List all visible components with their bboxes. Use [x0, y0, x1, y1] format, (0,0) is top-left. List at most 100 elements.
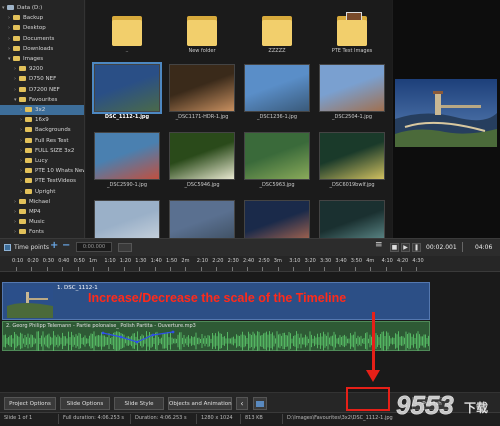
- tree-item[interactable]: › Michael: [0, 197, 84, 207]
- folder-icon: [25, 178, 32, 184]
- tree-item[interactable]: › Desktop: [0, 23, 84, 33]
- folder-thumbnail[interactable]: New folder: [168, 12, 236, 56]
- watermark-logo-graphic: 9553 下载: [396, 390, 488, 421]
- tree-item-label: Favourites: [29, 96, 58, 103]
- tree-item-label: MP4: [29, 209, 41, 215]
- slide-options-button[interactable]: Slide Options: [60, 397, 110, 410]
- menu-icon[interactable]: ≡: [375, 240, 383, 251]
- file-thumbnail-grid[interactable]: .. New folder ZZZZZ PTE Test Images DSC_1112…: [86, 0, 392, 238]
- tree-item[interactable]: › Upright: [0, 187, 84, 197]
- folder-icon: [19, 66, 26, 72]
- add-time-point-button[interactable]: +: [50, 240, 58, 251]
- time-points-toggle[interactable]: Time points: [4, 242, 49, 253]
- tree-item[interactable]: ▾ Favourites: [0, 95, 84, 105]
- tree-item-label: Fonts: [29, 229, 44, 236]
- previous-button[interactable]: ‹: [236, 397, 248, 410]
- image-filename: _DSC2590-1.jpg: [106, 182, 148, 188]
- image-preview: [319, 200, 385, 238]
- image-thumbnail[interactable]: DSC_1112-1.jpg: [92, 62, 162, 122]
- tree-item[interactable]: › PTE TestVideos: [0, 176, 84, 186]
- ruler-tick-label: 3:20: [304, 258, 316, 264]
- image-thumbnail[interactable]: _DSC2590-1.jpg: [93, 132, 161, 190]
- tree-item[interactable]: › Music: [0, 217, 84, 227]
- slideshow-preview-button[interactable]: [253, 397, 267, 410]
- total-time: 04:06: [475, 244, 493, 251]
- ruler-tick: [231, 267, 233, 271]
- status-separator: [58, 414, 59, 424]
- timeline-toolbar: Time points + − 0:00.000 ≡ ■ ▶ ❚ 00:02.0…: [0, 238, 500, 256]
- image-preview: [244, 200, 310, 238]
- folder-thumbnail[interactable]: PTE Test Images: [318, 12, 386, 56]
- tree-item[interactable]: › MP4: [0, 207, 84, 217]
- tree-item-label: Full Res Test: [35, 137, 69, 144]
- ruler-tick-label: 2:20: [212, 258, 224, 264]
- image-thumbnail[interactable]: _DSC5963.jpg: [243, 132, 311, 190]
- tree-item-label: Data (D:): [17, 5, 43, 11]
- image-thumbnail[interactable]: _DSC1171-HDR-1.jpg: [168, 64, 236, 122]
- image-thumbnail[interactable]: [243, 200, 311, 238]
- tree-item[interactable]: › Backup: [0, 13, 84, 23]
- objects-animation-button[interactable]: Objects and Animation: [168, 397, 232, 410]
- ruler-tick-label: 0:50: [73, 258, 85, 264]
- image-filename: _DSC1236-1.jpg: [256, 114, 298, 120]
- image-thumbnail[interactable]: _DSC5946.jpg: [168, 132, 236, 190]
- annotation-text: Increase/Decrease the scale of the Timel…: [88, 291, 347, 305]
- image-thumbnail[interactable]: [93, 200, 161, 238]
- image-thumbnail[interactable]: [318, 200, 386, 238]
- tree-item-label: Michael: [29, 198, 51, 205]
- tree-item[interactable]: › FULL SIZE 3x2: [0, 146, 84, 156]
- image-thumbnail[interactable]: _DSC1236-1.jpg: [243, 64, 311, 122]
- timeline-ruler[interactable]: 0:10 0:20 0:30 0:40 0:50 1m 1:10 1:20 1:30 1:40 1:…: [0, 256, 500, 272]
- play-button[interactable]: ▶: [401, 243, 410, 252]
- tree-item[interactable]: › Backgrounds: [0, 125, 84, 135]
- image-thumbnail[interactable]: _DSC2504-1.jpg: [318, 64, 386, 122]
- folder-thumbnail[interactable]: ..: [93, 12, 161, 56]
- remove-time-point-button[interactable]: −: [62, 240, 70, 251]
- ruler-tick: [247, 267, 248, 271]
- tree-item-label: 16x9: [35, 117, 49, 124]
- tree-item-label: 3x2: [35, 107, 46, 113]
- folder-thumbnail[interactable]: ZZZZZ: [243, 12, 311, 56]
- pause-button[interactable]: ❚: [412, 243, 421, 252]
- folder-label: ZZZZZ: [268, 48, 286, 54]
- tree-item-label: D7200 NEF: [29, 86, 60, 93]
- tree-item[interactable]: › Lucy: [0, 156, 84, 166]
- tree-item[interactable]: › D750 NEF: [0, 74, 84, 84]
- image-preview: [92, 62, 162, 114]
- tree-item[interactable]: › Downloads: [0, 44, 84, 54]
- ruler-tick-label: 2:10: [196, 258, 209, 264]
- tree-item[interactable]: › Documents: [0, 34, 84, 44]
- stop-button[interactable]: ■: [390, 243, 399, 252]
- slide-thumbnail[interactable]: [7, 286, 53, 318]
- image-preview: [319, 64, 385, 112]
- audio-track[interactable]: 2. Georg Philipp Telemann - Partie polon…: [2, 321, 430, 351]
- tree-item[interactable]: › 9200: [0, 64, 84, 74]
- tree-item[interactable]: ▾ Images: [0, 54, 84, 64]
- tree-item[interactable]: › Full Res Test: [0, 136, 84, 146]
- folder-label: ..: [125, 48, 129, 54]
- folder-icon: [13, 45, 20, 51]
- time-point-field[interactable]: 0:00.000: [76, 242, 112, 252]
- folder-icon: [19, 209, 26, 214]
- ruler-tick-label: 3:40: [335, 258, 347, 264]
- current-time: 00:02.001: [426, 244, 457, 251]
- ruler-tick: [277, 267, 279, 271]
- tree-item[interactable]: › 3x2: [0, 105, 84, 115]
- tree-item[interactable]: › Fonts: [0, 227, 84, 237]
- tree-item[interactable]: ▾ Data (D:): [0, 3, 84, 13]
- tree-item[interactable]: › PTE 10 Whats New: [0, 166, 84, 176]
- audio-waveform: [3, 330, 429, 351]
- tree-item[interactable]: › 16x9: [0, 115, 84, 125]
- status-separator: [282, 414, 283, 424]
- checkbox-icon[interactable]: [4, 244, 11, 251]
- slide-style-button[interactable]: Slide Style: [114, 397, 164, 410]
- tree-item[interactable]: › D7200 NEF: [0, 85, 84, 95]
- project-options-button[interactable]: Project Options: [4, 397, 56, 410]
- ruler-tick: [154, 267, 156, 271]
- apply-time-button[interactable]: [118, 243, 132, 252]
- image-thumbnail[interactable]: [168, 200, 236, 238]
- timeline-tracks[interactable]: 1. DSC_1112-1 2. Georg Philipp Telemann …: [0, 272, 500, 392]
- image-thumbnail[interactable]: _DSC6019bwlf.jpg: [318, 132, 386, 190]
- folder-icon: [112, 12, 142, 46]
- folder-tree[interactable]: ▾ Data (D:) › Backup › Desktop › Documents › Down…: [0, 0, 85, 238]
